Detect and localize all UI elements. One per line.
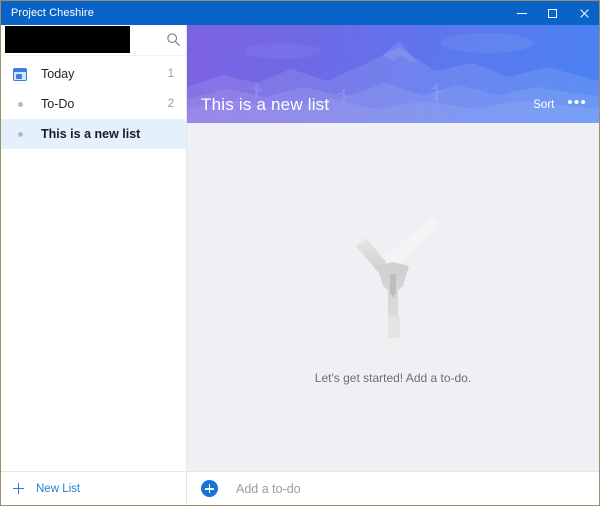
new-list-label: New List [36, 482, 81, 495]
empty-state: Let's get started! Add a to-do. [187, 123, 599, 473]
window-title: Project Cheshire [11, 7, 94, 19]
circle-plus-icon[interactable] [201, 480, 218, 497]
hero-toolbar: This is a new list Sort ••• [187, 87, 599, 123]
calendar-icon [11, 65, 29, 83]
sidebar: Today 1 To-Do 2 This is a new list [1, 25, 187, 505]
search-row[interactable] [1, 25, 186, 56]
sidebar-item-this-is-a-new-list[interactable]: This is a new list [1, 119, 186, 149]
plus-icon [13, 483, 24, 494]
app-window: Project Cheshire Today 1 To-Do 2 This is… [0, 0, 600, 506]
list-navigation: Today 1 To-Do 2 This is a new list [1, 56, 186, 149]
dot-icon [11, 95, 29, 113]
sidebar-item-today[interactable]: Today 1 [1, 59, 186, 89]
add-todo-input[interactable] [234, 480, 538, 497]
maximize-icon [548, 8, 557, 18]
maximize-button[interactable] [537, 1, 568, 25]
sidebar-item-count: 2 [167, 98, 174, 110]
list-hero-header: This is a new list Sort ••• [187, 25, 599, 123]
person-celebrating-checkmark-icon [355, 215, 440, 346]
sidebar-item-count: 1 [167, 68, 174, 80]
hero-actions: Sort ••• [533, 95, 587, 113]
page-title: This is a new list [201, 95, 330, 114]
title-bar: Project Cheshire [1, 1, 599, 25]
close-icon [579, 8, 589, 18]
minimize-button[interactable] [506, 1, 537, 25]
dot-icon [11, 125, 29, 143]
minimize-icon [516, 12, 527, 14]
new-list-button[interactable]: New List [1, 471, 187, 505]
sidebar-item-label: To-Do [41, 97, 75, 111]
sidebar-item-label: This is a new list [41, 127, 141, 141]
more-options-button[interactable]: ••• [567, 95, 587, 113]
main-content: This is a new list Sort ••• Let's get st… [187, 25, 599, 505]
sidebar-item-to-do[interactable]: To-Do 2 [1, 89, 186, 119]
close-button[interactable] [568, 1, 599, 25]
search-icon[interactable] [166, 32, 181, 47]
empty-state-message: Let's get started! Add a to-do. [314, 370, 472, 385]
add-todo-row[interactable] [187, 471, 599, 505]
sidebar-item-label: Today [41, 67, 75, 81]
sort-button[interactable]: Sort [533, 99, 554, 111]
search-input[interactable] [5, 26, 134, 55]
window-controls [506, 1, 599, 25]
